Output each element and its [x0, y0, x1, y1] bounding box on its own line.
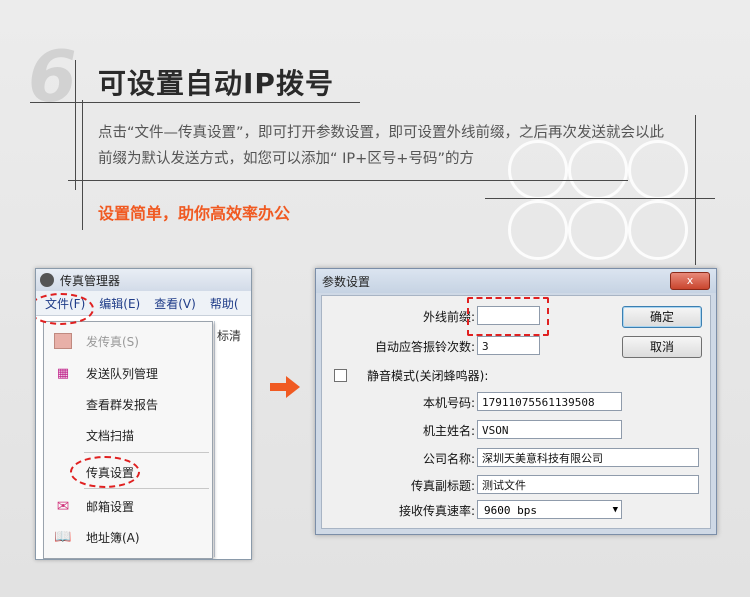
name-input[interactable]: VSON [477, 420, 622, 439]
menu-item-label: 发送队列管理 [86, 366, 159, 381]
dialog-body: 外线前缀: 自动应答振铃次数: 3 确定 取消 静音模式(关闭蜂鸣器): 本机号… [321, 295, 711, 529]
fax-send-icon [52, 332, 74, 350]
menu-view[interactable]: 查看(V) [147, 295, 203, 312]
menu-divider [84, 488, 209, 489]
menu-item-address-book[interactable]: 📖 地址簿(A) [44, 524, 212, 550]
content-pane: 标清 [214, 321, 251, 557]
number-input[interactable]: 17911075561139508 [477, 392, 622, 411]
menu-item-label: 文档扫描 [86, 428, 135, 443]
side-label: 标清 [217, 329, 242, 343]
subtitle: 设置简单，助你高效率办公 [98, 204, 291, 223]
description: 点击“文件—传真设置”，即可打开参数设置，即可设置外线前缀，之后再次发送就会以此… [98, 125, 665, 167]
rings-label: 自动应答振铃次数: [374, 340, 475, 354]
menu-item-mail-settings[interactable]: ✉ 邮箱设置 [44, 493, 212, 519]
name-label: 机主姓名: [422, 424, 475, 438]
settings-dialog: 参数设置 x 外线前缀: 自动应答振铃次数: 3 确定 取消 静音模式(关闭蜂鸣… [315, 268, 717, 535]
arrow-right-icon [270, 376, 300, 398]
menu-item-scan[interactable]: 文档扫描 [44, 422, 212, 448]
section-number: 6 [28, 36, 77, 118]
mute-label: 静音模式(关闭蜂鸣器): [367, 369, 489, 383]
deco-line [68, 180, 628, 181]
deco-line [30, 102, 360, 103]
menu-item-report[interactable]: 查看群发报告 [44, 391, 212, 417]
dialog-title: 参数设置 [322, 274, 371, 289]
menu-item-label: 邮箱设置 [86, 499, 135, 514]
company-input[interactable]: 深圳天美意科技有限公司 [477, 448, 699, 467]
fax-subtitle-label: 传真副标题: [410, 479, 475, 493]
deco-circle [508, 200, 568, 260]
queue-grid-icon: ▦ [56, 365, 70, 381]
mute-checkbox[interactable] [334, 369, 347, 382]
company-label: 公司名称: [422, 452, 475, 466]
cancel-button[interactable]: 取消 [622, 336, 702, 358]
deco-line [82, 100, 83, 230]
window-title: 传真管理器 [60, 273, 121, 288]
menu-item-queue[interactable]: ▦ 发送队列管理 [44, 360, 212, 386]
app-logo-icon [40, 273, 54, 287]
rings-input[interactable]: 3 [477, 336, 540, 355]
dialog-titlebar: 参数设置 [316, 269, 716, 293]
mail-icon: ✉ [56, 497, 70, 515]
menu-item-send-fax[interactable]: 发传真(S) [44, 328, 212, 354]
menu-item-label: 发传真(S) [86, 334, 139, 349]
fax-manager-window: 传真管理器 文件(F) 编辑(E) 查看(V) 帮助( 标清 发传真(S) ▦ … [35, 268, 252, 560]
deco-line [485, 198, 715, 199]
number-label: 本机号码: [422, 396, 475, 410]
address-book-icon: 📖 [54, 529, 72, 545]
menu-edit[interactable]: 编辑(E) [92, 295, 147, 312]
deco-line [695, 115, 696, 265]
menu-item-label: 查看群发报告 [86, 397, 159, 412]
menu-divider [84, 452, 209, 453]
chevron-down-icon: ▼ [612, 505, 618, 515]
window-titlebar: 传真管理器 [36, 269, 251, 291]
speed-label: 接收传真速率: [398, 504, 475, 518]
speed-select[interactable]: 9600 bps ▼ [477, 500, 622, 519]
fax-subtitle-input[interactable]: 测试文件 [477, 475, 699, 494]
menu-help[interactable]: 帮助( [203, 295, 246, 312]
file-menu-dropdown: 发传真(S) ▦ 发送队列管理 查看群发报告 文档扫描 传真设置 ✉ 邮箱设置 … [43, 321, 213, 559]
close-button[interactable]: x [670, 272, 710, 290]
highlight-box [467, 297, 549, 336]
ok-button[interactable]: 确定 [622, 306, 702, 328]
deco-circle [628, 200, 688, 260]
highlight-oval [70, 456, 140, 488]
menu-item-label: 地址簿(A) [86, 530, 140, 545]
page-title: 可设置自动IP拨号 [98, 67, 334, 100]
deco-circle [568, 200, 628, 260]
speed-value: 9600 bps [484, 504, 537, 517]
